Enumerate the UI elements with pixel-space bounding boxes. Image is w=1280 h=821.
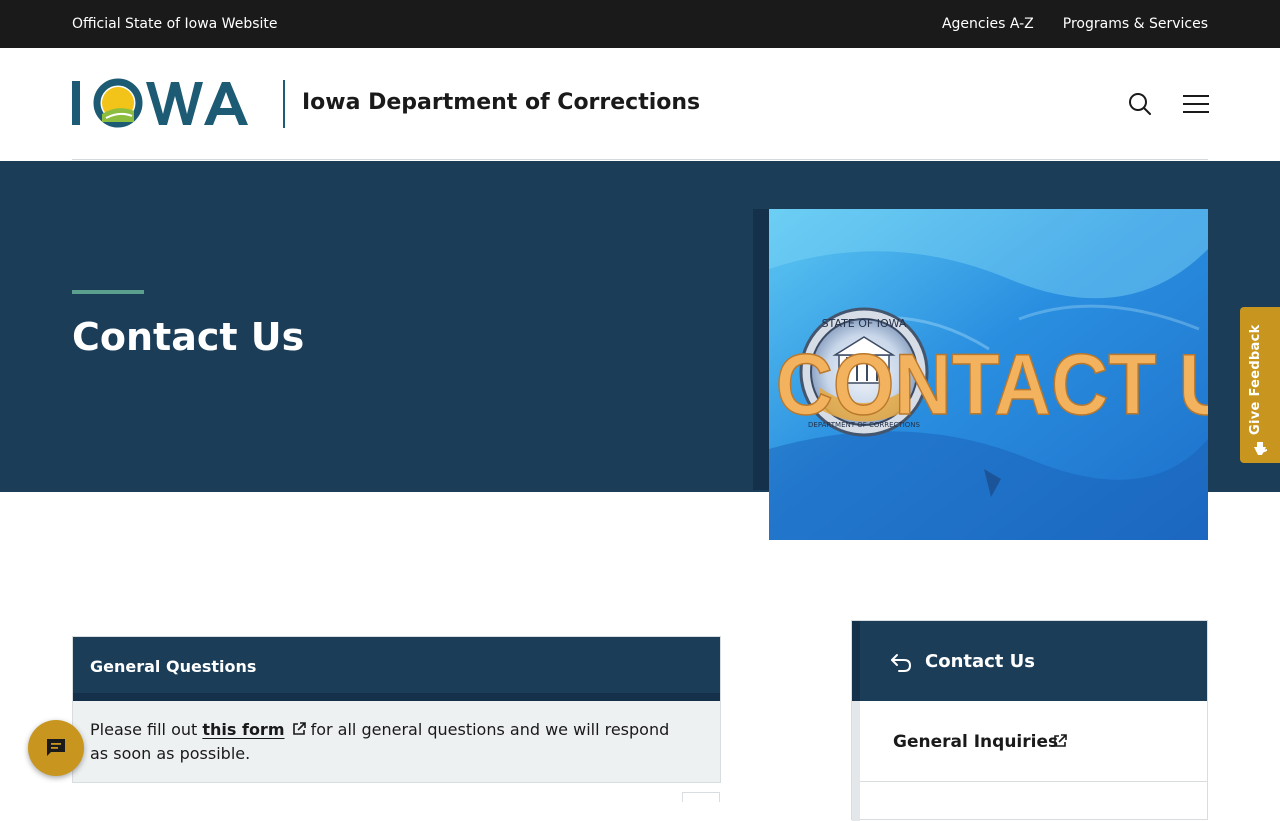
card-header: General Questions [73, 637, 720, 701]
chat-icon [47, 739, 65, 756]
general-questions-form-link[interactable]: this form [202, 720, 306, 739]
sidebar-item-label: General Inquiries [893, 732, 1059, 752]
seal-top-text: STATE OF IOWA [822, 317, 907, 330]
page-title: Contact Us [72, 315, 305, 359]
megaphone-icon [1254, 442, 1267, 455]
agencies-a-z-link[interactable]: Agencies A-Z [942, 16, 1034, 32]
general-questions-card: General Questions Please fill out this f… [72, 636, 721, 783]
card-corner-fragment [682, 792, 720, 802]
card-body: Please fill out this form for all genera… [90, 718, 690, 766]
sidebar-item-general-inquiries[interactable]: General Inquiries [860, 701, 1207, 782]
hero-accent-bar [72, 290, 144, 294]
programs-services-link[interactable]: Programs & Services [1063, 16, 1208, 32]
hamburger-menu-icon[interactable] [1183, 92, 1209, 116]
back-arrow-icon[interactable] [890, 651, 912, 673]
sidebar-nav: Contact Us General Inquiries [851, 620, 1208, 821]
logo-divider [283, 80, 285, 128]
logo-letter-i [72, 81, 80, 125]
header-divider [72, 159, 1208, 160]
official-site-label: Official State of Iowa Website [72, 16, 278, 32]
card-title: General Questions [90, 657, 257, 676]
logo-letter-w [146, 82, 203, 125]
external-link-icon [292, 722, 306, 735]
iowa-logo[interactable] [72, 78, 272, 128]
contact-us-hero-image: STATE OF IOWA DEPARTMENT OF CORRECTIONS … [769, 209, 1208, 540]
utility-links: Agencies A-Z Programs & Services [942, 16, 1208, 32]
sidebar-left-edge-lower [852, 701, 860, 821]
form-link-text: this form [202, 720, 285, 739]
give-feedback-label: Give Feedback [1248, 324, 1263, 435]
give-feedback-tab[interactable]: Give Feedback [1240, 307, 1280, 463]
logo-letter-a [204, 82, 248, 125]
card-body-text-start: Please fill out [90, 720, 203, 739]
contact-us-banner-text: CONTACT US [776, 336, 1208, 433]
utility-bar: Official State of Iowa Website Agencies … [0, 0, 1280, 48]
search-icon[interactable] [1128, 92, 1152, 116]
external-link-icon [1054, 734, 1067, 747]
department-name[interactable]: Iowa Department of Corrections [302, 90, 700, 115]
chat-launcher-button[interactable] [28, 720, 84, 776]
sidebar-title[interactable]: Contact Us [925, 651, 1035, 672]
hero-image-shadow [753, 209, 769, 490]
